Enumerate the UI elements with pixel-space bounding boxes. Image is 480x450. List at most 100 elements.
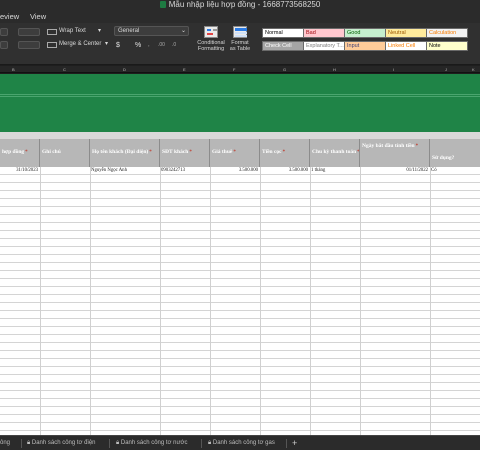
cell-payment-cycle[interactable]: 1 tháng (311, 167, 359, 175)
table-row[interactable] (0, 407, 480, 415)
align-control-2[interactable] (0, 41, 8, 49)
spreadsheet-grid[interactable]: hợp đồng* Ghi chú Họ tên khách (Đại diện… (0, 139, 480, 435)
column-gridline (210, 167, 211, 435)
column-header[interactable]: I (393, 66, 394, 73)
conditional-formatting-button[interactable]: Conditional Formatting (197, 26, 225, 52)
cell-contract-date[interactable]: 31/10/2023 (0, 167, 38, 175)
table-row[interactable] (0, 239, 480, 247)
cell-start-date[interactable]: 01/11/2022 (360, 167, 428, 175)
indent-buttons[interactable] (18, 28, 40, 36)
table-row[interactable] (0, 303, 480, 311)
cell-phone[interactable]: 0903242713 (161, 167, 209, 175)
column-header[interactable]: H (333, 66, 336, 73)
table-row[interactable] (0, 351, 480, 359)
merge-center-button[interactable]: Merge & Center (59, 40, 101, 49)
cell-style-normal[interactable]: Normal (262, 28, 304, 38)
add-sheet-button[interactable]: + (292, 436, 297, 450)
column-header[interactable]: K (472, 66, 475, 73)
table-row[interactable] (0, 255, 480, 263)
currency-format-button[interactable]: $ (116, 41, 120, 50)
decrease-decimal-button[interactable]: .0 (172, 41, 176, 50)
table-row[interactable] (0, 423, 480, 431)
header-payment-cycle[interactable]: Chu kỳ thanh toán* (310, 139, 360, 167)
table-row[interactable] (0, 271, 480, 279)
number-format-select[interactable]: General ⌄ (114, 26, 189, 36)
header-rent[interactable]: Giá thuê* (210, 139, 260, 167)
column-gridline (430, 167, 431, 435)
sheet-tab-contracts[interactable]: ông (0, 436, 10, 450)
wrap-text-button[interactable]: Wrap Text (59, 27, 86, 36)
wrap-text-dropdown-icon[interactable]: ▾ (98, 27, 101, 36)
tab-view[interactable]: View (30, 12, 46, 21)
sheet-tab-electric-meters[interactable]: 🔒︎ Danh sách công tơ điện (27, 436, 96, 450)
table-row[interactable] (0, 383, 480, 391)
table-row[interactable] (0, 311, 480, 319)
column-header[interactable]: B (12, 66, 15, 73)
table-row[interactable] (0, 415, 480, 423)
header-start-date[interactable]: Ngày bắt đầu tính tiền* (360, 139, 430, 167)
tab-review[interactable]: eview (0, 12, 19, 21)
increase-decimal-button[interactable]: .00 (158, 41, 165, 50)
percent-format-button[interactable]: % (135, 41, 141, 50)
tab-divider (109, 439, 110, 448)
comma-style-button[interactable]: , (148, 41, 150, 50)
cell-in-use[interactable]: Có (431, 167, 479, 175)
merge-dropdown-icon[interactable]: ▾ (105, 40, 108, 49)
cell-rent[interactable]: 3.500.000 (210, 167, 258, 175)
tab-divider (21, 439, 22, 448)
table-row[interactable] (0, 359, 480, 367)
table-row[interactable] (0, 175, 480, 183)
sheet-tab-gas-meters[interactable]: 🔒︎ Danh sách công tơ gas (208, 436, 275, 450)
table-row[interactable] (0, 367, 480, 375)
table-row[interactable] (0, 199, 480, 207)
cell-customer-name[interactable]: Nguyễn Ngọc Anh (91, 167, 159, 175)
cell-style-input[interactable]: Input (344, 41, 386, 51)
cell-style-bad[interactable]: Bad (303, 28, 345, 38)
cell-style-explanatory[interactable]: Explanatory T... (303, 41, 345, 51)
align-control[interactable] (0, 28, 8, 36)
header-customer-name[interactable]: Họ tên khách (Đại diện)* (90, 139, 160, 167)
table-row[interactable] (0, 231, 480, 239)
table-row[interactable] (0, 247, 480, 255)
table-row[interactable] (0, 183, 480, 191)
table-row[interactable] (0, 263, 480, 271)
align-buttons[interactable] (18, 41, 40, 49)
header-contract-date[interactable]: hợp đồng* (0, 139, 40, 167)
format-as-table-button[interactable]: Format as Table (226, 26, 254, 52)
table-row[interactable] (0, 279, 480, 287)
cell-style-linked-cell[interactable]: Linked Cell (385, 41, 427, 51)
column-header[interactable]: G (283, 66, 286, 73)
cell-style-calculation[interactable]: Calculation (426, 28, 468, 38)
header-phone[interactable]: SĐT khách* (160, 139, 210, 167)
cell-style-note[interactable]: Note (426, 41, 468, 51)
table-row[interactable] (0, 319, 480, 327)
cell-style-neutral[interactable]: Neutral (385, 28, 427, 38)
table-row[interactable] (0, 215, 480, 223)
table-row[interactable] (0, 375, 480, 383)
table-row[interactable] (0, 223, 480, 231)
excel-doc-icon (159, 1, 166, 8)
table-row[interactable] (0, 335, 480, 343)
table-row[interactable] (0, 327, 480, 335)
table-header-row: hợp đồng* Ghi chú Họ tên khách (Đại diện… (0, 139, 480, 167)
table-row[interactable] (0, 207, 480, 215)
column-header[interactable]: E (183, 66, 186, 73)
table-row[interactable] (0, 399, 480, 407)
table-row[interactable] (0, 295, 480, 303)
header-deposit[interactable]: Tiền cọc* (260, 139, 310, 167)
column-header[interactable]: J (445, 66, 447, 73)
sheet-tab-water-meters[interactable]: 🔒︎ Danh sách công tơ nước (116, 436, 187, 450)
table-row[interactable] (0, 343, 480, 351)
cell-style-check-cell[interactable]: Check Cell (262, 41, 304, 51)
table-row[interactable] (0, 391, 480, 399)
column-header[interactable]: D (123, 66, 126, 73)
column-header[interactable]: F (233, 66, 235, 73)
cell-style-good[interactable]: Good (344, 28, 386, 38)
table-row[interactable] (0, 191, 480, 199)
cell-deposit[interactable]: 3.500.000 (260, 167, 308, 175)
header-note[interactable]: Ghi chú (40, 139, 90, 167)
table-row[interactable] (0, 287, 480, 295)
column-header[interactable]: C (63, 66, 66, 73)
header-in-use[interactable]: Sử dụng? (430, 139, 480, 167)
cell-note[interactable] (40, 167, 90, 175)
